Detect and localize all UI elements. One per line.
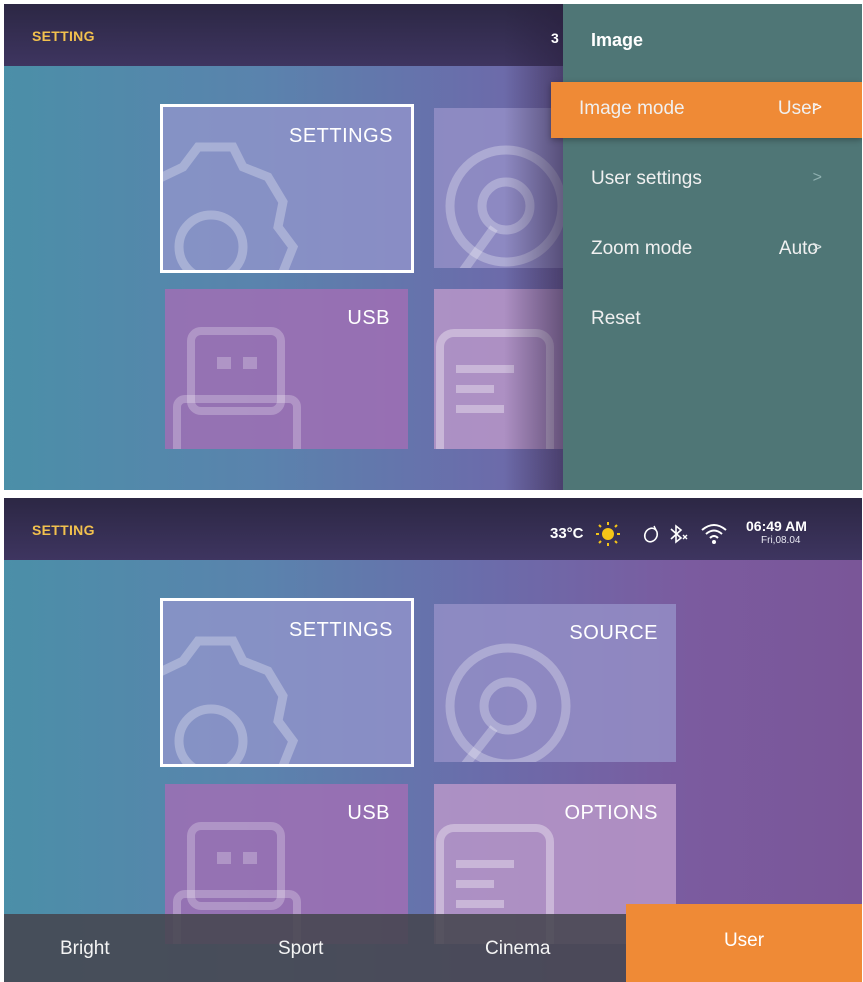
chevron-right-icon: > <box>812 99 822 116</box>
image-settings-panel: Image Image mode User > User settings > … <box>551 4 862 490</box>
panel-item-label: Reset <box>591 308 641 329</box>
options-tile-label: OPTIONS <box>564 802 658 824</box>
mode-option-cinema[interactable]: Cinema <box>485 938 550 960</box>
panel-item-reset[interactable]: Reset <box>563 292 862 348</box>
settings-tile[interactable]: SETTINGS <box>160 104 414 273</box>
chevron-right-icon: > <box>812 239 822 256</box>
source-tile[interactable]: SOURCE <box>434 604 676 762</box>
clock-date: Fri,08.04 <box>761 535 801 546</box>
usb-tile-label: USB <box>347 802 390 824</box>
mode-option-sport[interactable]: Sport <box>278 938 323 960</box>
panel-item-user-settings[interactable]: User settings > <box>563 152 862 208</box>
clipped-temperature: 3 <box>551 30 559 46</box>
top-screen: SETTING SETTINGS USB 3 Image Image mode … <box>4 4 862 490</box>
settings-tile[interactable]: SETTINGS <box>160 598 414 767</box>
usb-tile[interactable]: USB <box>165 289 408 449</box>
wifi-icon <box>701 524 727 544</box>
header-title: SETTING <box>32 28 95 44</box>
temperature-readout: 33°C <box>550 525 584 542</box>
mode-option-user-label: User <box>723 930 765 951</box>
chevron-right-icon: > <box>812 169 822 186</box>
panel-item-label: Image mode <box>579 98 685 119</box>
panel-item-label: Zoom mode <box>591 238 693 259</box>
clock-time: 06:49 AM <box>746 518 807 534</box>
mouse-icon <box>643 525 659 543</box>
source-tile-label: SOURCE <box>569 622 658 644</box>
panel-item-zoom-mode[interactable]: Zoom mode Auto > <box>563 222 862 278</box>
panel-item-label: User settings <box>591 168 702 189</box>
bluetooth-off-icon <box>670 524 688 544</box>
mode-option-bright[interactable]: Bright <box>60 938 110 960</box>
panel-item-image-mode[interactable]: Image mode User > <box>551 82 862 138</box>
bottom-screen: SETTING 33°C 06:49 AM Fri,08.04 SETTINGS… <box>4 498 862 982</box>
usb-tile-label: USB <box>347 307 390 329</box>
mode-option-user[interactable]: User <box>626 904 862 982</box>
panel-title: Image <box>591 30 644 50</box>
settings-tile-label: SETTINGS <box>288 125 393 147</box>
settings-tile-label: SETTINGS <box>288 619 393 641</box>
header-title: SETTING <box>32 522 95 538</box>
bottom-header-bar: SETTING <box>4 498 862 560</box>
panel-shadow <box>504 4 564 490</box>
sun-icon <box>596 522 620 546</box>
